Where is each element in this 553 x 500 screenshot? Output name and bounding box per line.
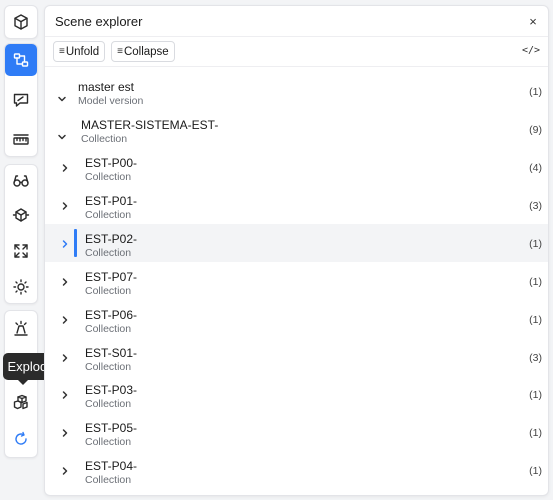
tree-item-count: (3): [529, 352, 542, 364]
tree-row[interactable]: master est Model version (1): [45, 72, 548, 110]
cube-icon[interactable]: [5, 6, 37, 38]
sun-light-icon[interactable]: [5, 271, 37, 303]
chevron-down-icon[interactable]: [56, 92, 68, 104]
tree-item-type: Collection: [85, 436, 132, 448]
collapse-icon: ≡: [117, 46, 123, 57]
chevron-right-icon[interactable]: [59, 351, 71, 363]
tree-item-type: Collection: [81, 133, 128, 145]
refresh-icon[interactable]: [5, 423, 37, 455]
tree-item-type: Collection: [85, 361, 132, 373]
tree-row[interactable]: EST-P04- Collection (1): [45, 451, 548, 489]
chevron-right-icon[interactable]: [59, 199, 71, 211]
tree-item-count: (1): [529, 86, 542, 98]
code-view-icon[interactable]: </>: [522, 45, 540, 56]
chevron-right-icon[interactable]: [59, 426, 71, 438]
tree-item-count: (9): [529, 124, 542, 136]
tree-row[interactable]: EST-P02- Collection (1): [45, 224, 548, 262]
selection-indicator: [74, 229, 77, 257]
chevron-right-icon[interactable]: [59, 464, 71, 476]
tree-item-type: Collection: [85, 209, 132, 221]
unfold-icon: ≡: [59, 46, 65, 57]
collapse-label: Collapse: [123, 45, 169, 58]
tool-group-view: [4, 164, 38, 304]
unfold-label: Unfold: [65, 45, 100, 58]
tool-group-panels: [4, 43, 38, 157]
fit-screen-icon[interactable]: [5, 235, 37, 267]
tree-row[interactable]: EST-P01- Collection (3): [45, 186, 548, 224]
chevron-right-icon[interactable]: [59, 313, 71, 325]
close-icon[interactable]: ×: [526, 14, 540, 29]
tree-row[interactable]: EST-P06- Collection (1): [45, 300, 548, 338]
tree-item-type: Collection: [85, 285, 132, 297]
tree-item-name: EST-P02-: [85, 232, 138, 246]
tree-item-count: (1): [529, 427, 542, 439]
tree-item-count: (1): [529, 389, 542, 401]
tree-row[interactable]: MASTER-SISTEMA-EST- Collection (9): [45, 110, 548, 148]
tree-item-count: (1): [529, 465, 542, 477]
tree-item-name: MASTER-SISTEMA-EST-: [81, 118, 219, 132]
tree-item-name: EST-S01-: [85, 346, 138, 360]
panel-title: Scene explorer: [55, 13, 143, 29]
panel-header: Scene explorer ×: [45, 6, 548, 37]
tree-row[interactable]: EST-P07- Collection (1): [45, 262, 548, 300]
tree-item-type: Collection: [85, 171, 132, 183]
chevron-down-icon[interactable]: [56, 130, 68, 142]
tree-item-type: Collection: [85, 247, 132, 259]
tree-item-type: Model version: [78, 95, 144, 107]
section-box-icon[interactable]: [5, 199, 37, 231]
tree-item-name: EST-P03-: [85, 383, 138, 397]
scene-tree-icon[interactable]: [5, 44, 37, 76]
tree-row[interactable]: EST-P05- Collection (1): [45, 413, 548, 451]
chevron-right-icon[interactable]: [59, 161, 71, 173]
comments-icon[interactable]: [5, 84, 37, 116]
measure-ruler-icon[interactable]: [5, 124, 37, 156]
tree-row[interactable]: EST-P03- Collection (1): [45, 375, 548, 413]
tree-item-name: EST-P00-: [85, 156, 138, 170]
chevron-right-icon[interactable]: [59, 237, 71, 249]
tree-item-name: EST-P07-: [85, 270, 138, 284]
tree-item-name: EST-P06-: [85, 308, 138, 322]
tree-item-name: EST-P01-: [85, 194, 138, 208]
tool-group-model: [4, 5, 38, 39]
explorer-toolbar: ≡ Unfold ≡ Collapse </>: [45, 37, 548, 67]
tree-item-type: Collection: [85, 398, 132, 410]
tree-item-type: Collection: [85, 474, 132, 486]
glasses-icon[interactable]: [5, 165, 37, 197]
tree-item-count: (4): [529, 162, 542, 174]
chevron-right-icon[interactable]: [59, 275, 71, 287]
tree-item-type: Collection: [85, 323, 132, 335]
unfold-button[interactable]: ≡ Unfold: [53, 41, 106, 62]
tree-item-count: (1): [529, 276, 542, 288]
tree-item-count: (1): [529, 314, 542, 326]
collapse-button[interactable]: ≡ Collapse: [111, 41, 175, 62]
tree-item-count: (3): [529, 200, 542, 212]
tree-row[interactable]: EST-S01- Collection (3): [45, 338, 548, 376]
tree-item-name: EST-P05-: [85, 421, 138, 435]
left-toolbar: Explode model: [0, 0, 98, 500]
explode-model-icon[interactable]: [5, 386, 37, 418]
tree-item-name: EST-P04-: [85, 459, 138, 473]
chevron-right-icon[interactable]: [59, 388, 71, 400]
scene-explorer-panel: Scene explorer × ≡ Unfold ≡ Collapse </>…: [44, 5, 549, 496]
tree-item-name: master est: [78, 80, 135, 94]
tree-item-count: (1): [529, 238, 542, 250]
light-source-icon[interactable]: [5, 313, 37, 345]
tree-row[interactable]: EST-P00- Collection (4): [45, 148, 548, 186]
